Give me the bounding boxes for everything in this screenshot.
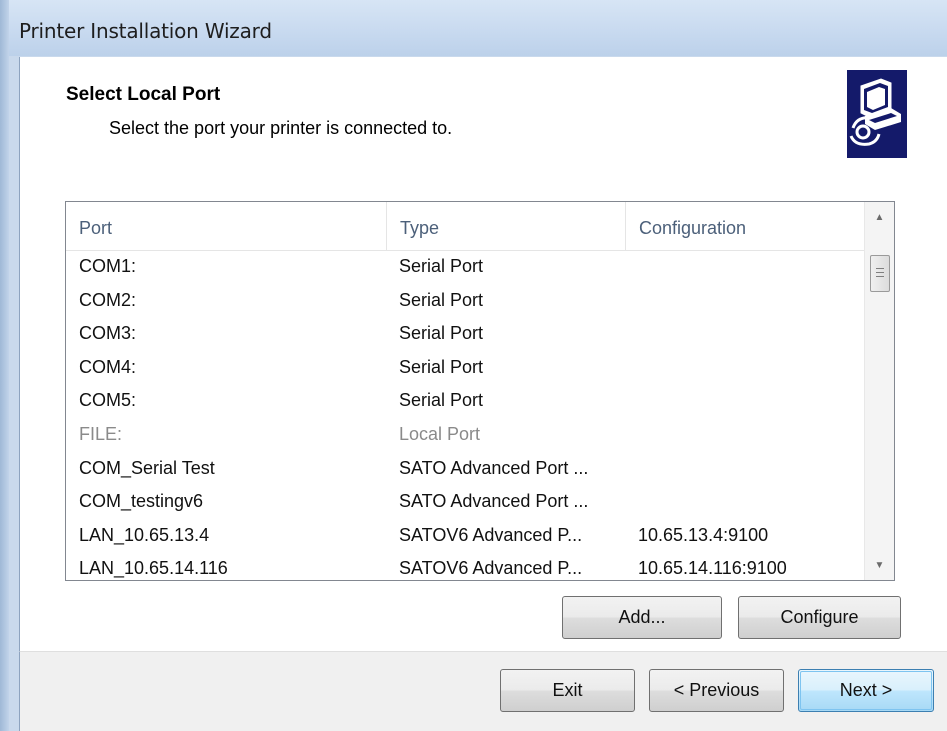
title-bar[interactable]: Printer Installation Wizard (0, 0, 947, 56)
port-list-header: Port Type Configuration (66, 202, 865, 251)
configuration-cell: 10.65.14.116:9100 (638, 558, 787, 579)
add-port-button[interactable]: Add... (562, 596, 722, 639)
exit-button[interactable]: Exit (500, 669, 635, 712)
port-list-row[interactable]: COM5: Serial Port (66, 385, 865, 419)
port-cell: COM_Serial Test (79, 457, 215, 478)
type-cell: Local Port (399, 423, 481, 444)
scroll-up-arrow-icon[interactable]: ▲ (865, 202, 894, 232)
port-cell: COM2: (79, 289, 137, 310)
column-header-port[interactable]: Port (66, 202, 387, 250)
port-list-row[interactable]: LAN_10.65.13.4 SATOV6 Advanced P... 10.65.… (66, 520, 865, 554)
scroll-thumb[interactable] (870, 255, 890, 292)
type-cell: SATOV6 Advanced P... (399, 524, 583, 545)
port-list-row[interactable]: COM4: Serial Port (66, 352, 865, 386)
page-title: Select Local Port (66, 84, 221, 105)
previous-button[interactable]: < Previous (649, 669, 784, 712)
port-cell: FILE: (79, 423, 123, 444)
column-header-configuration[interactable]: Configuration (626, 202, 865, 250)
port-list-body: COM1: Serial Port COM2: Serial Port COM3: Ser… (66, 251, 865, 580)
port-list-scrollbar[interactable]: ▲ ▼ (864, 202, 894, 580)
port-cell: COM1: (79, 256, 137, 276)
type-cell: Serial Port (399, 390, 484, 411)
window-frame (0, 0, 9, 731)
configure-port-button[interactable]: Configure (738, 596, 901, 639)
page-subtitle: Select the port your printer is connecte… (109, 118, 453, 138)
type-cell: Serial Port (399, 323, 484, 344)
port-list[interactable]: Port Type Configuration COM1: Serial Port… (65, 201, 895, 581)
port-list-row[interactable]: COM_Serial Test SATO Advanced Port ... (66, 453, 865, 487)
type-cell: SATOV6 Advanced P... (399, 558, 583, 579)
scroll-down-arrow-icon[interactable]: ▼ (865, 550, 894, 580)
port-list-row[interactable]: COM1: Serial Port (66, 251, 865, 285)
port-list-row[interactable]: COM2: Serial Port (66, 285, 865, 319)
port-list-row[interactable]: COM3: Serial Port (66, 318, 865, 352)
port-cell: COM5: (79, 390, 137, 411)
type-cell: Serial Port (399, 256, 484, 276)
printer-wizard-icon (847, 70, 907, 158)
column-header-type[interactable]: Type (387, 202, 626, 250)
port-list-row[interactable]: COM_testingv6 SATO Advanced Port ... (66, 486, 865, 520)
next-button[interactable]: Next > (798, 669, 934, 712)
port-list-row[interactable]: LAN_10.65.14.116 SATOV6 Advanced P... 10.6… (66, 553, 865, 580)
port-cell: LAN_10.65.14.116 (79, 558, 228, 579)
port-cell: COM_testingv6 (79, 491, 204, 512)
wizard-window: Printer Installation Wizard Select Local… (0, 0, 947, 731)
configuration-cell: 10.65.13.4:9100 (638, 524, 769, 545)
type-cell: SATO Advanced Port ... (399, 457, 589, 478)
port-cell: LAN_10.65.13.4 (79, 524, 210, 545)
port-cell: COM3: (79, 323, 137, 344)
type-cell: Serial Port (399, 356, 484, 377)
type-cell: SATO Advanced Port ... (399, 491, 589, 512)
port-list-row[interactable]: FILE: Local Port (66, 419, 865, 453)
window-title: Printer Installation Wizard (19, 19, 272, 43)
port-cell: COM4: (79, 356, 137, 377)
type-cell: Serial Port (399, 289, 484, 310)
